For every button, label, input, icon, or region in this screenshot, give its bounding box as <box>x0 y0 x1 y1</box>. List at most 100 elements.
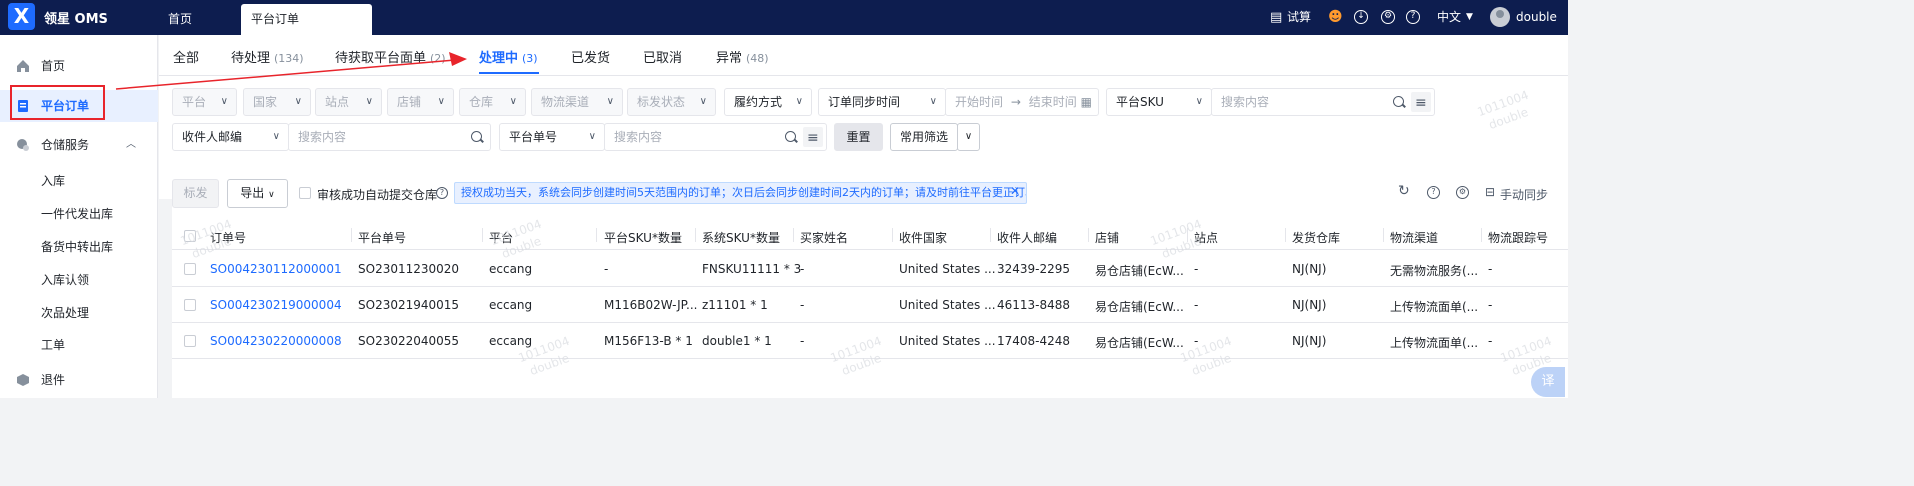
col-system-sku-qty[interactable]: 系统SKU*数量 <box>702 229 780 246</box>
mark-ship-button[interactable]: 标发 <box>172 179 219 208</box>
order-no-link[interactable]: SO004230219000004 <box>210 298 342 312</box>
tab-pending[interactable]: 待处理 (134) <box>231 47 304 66</box>
start-time-placeholder: 开始时间 <box>955 95 1004 109</box>
tab-exception[interactable]: 异常 (48) <box>716 47 769 66</box>
store: 易仓店铺(EcW... <box>1095 336 1184 350</box>
order-no-link[interactable]: SO004230112000001 <box>210 262 342 276</box>
sidebar-item-home[interactable]: 首页 <box>0 50 158 82</box>
close-icon[interactable]: ✕ <box>1010 184 1020 198</box>
sidebar-subitem-transfer-outbound[interactable]: 备货中转出库 <box>41 238 113 255</box>
reset-button[interactable]: 重置 <box>834 123 883 151</box>
platform-order-no: SO23022040055 <box>358 334 460 348</box>
chevron-down-icon: ∨ <box>606 96 614 107</box>
filter-logistics-channel[interactable]: 物流渠道 ∨ <box>531 88 623 116</box>
date-range-input[interactable]: 开始时间 → 结束时间 ▦ <box>945 88 1099 116</box>
col-platform-sku-qty[interactable]: 平台SKU*数量 <box>604 229 682 246</box>
user-name[interactable]: double <box>1516 0 1557 35</box>
col-buyer-name[interactable]: 买家姓名 <box>800 229 848 246</box>
tab-processing[interactable]: 处理中 (3) <box>479 47 538 66</box>
filter-warehouse[interactable]: 仓库 ∨ <box>459 88 526 116</box>
filter-platform-sku-type[interactable]: 平台SKU ∨ <box>1106 88 1212 116</box>
col-tracking[interactable]: 物流跟踪号 <box>1488 229 1548 246</box>
col-warehouse[interactable]: 发货仓库 <box>1292 229 1340 246</box>
tab-all[interactable]: 全部 <box>173 47 199 66</box>
filter-mark-status[interactable]: 标发状态 ∨ <box>627 88 716 116</box>
settings-icon[interactable]: ⚙ <box>1456 186 1469 199</box>
chevron-down-icon: ∨ <box>365 96 373 107</box>
language-select[interactable]: 中文 <box>1437 0 1461 35</box>
common-filter-button[interactable]: 常用筛选 <box>890 123 958 151</box>
sidebar-subitem-inbound-claim[interactable]: 入库认领 <box>41 271 89 288</box>
help-icon[interactable]: ? <box>1406 10 1420 24</box>
recipient-search-input[interactable]: 搜索内容 <box>288 123 491 151</box>
sidebar-subitem-defective[interactable]: 次品处理 <box>41 304 89 321</box>
calculator-icon[interactable]: ▤ <box>1270 0 1282 35</box>
country: United States ... <box>899 334 996 348</box>
order-search-input[interactable]: 搜索内容 <box>604 123 827 151</box>
filter-platform[interactable]: 平台 ∨ <box>172 88 237 116</box>
chevron-down-icon: ∨ <box>795 96 803 107</box>
logistics: 上传物流面单(... <box>1390 300 1479 314</box>
help-icon[interactable]: ? <box>1427 186 1440 199</box>
platform-sku: - <box>604 262 609 276</box>
auto-submit-checkbox[interactable] <box>299 187 311 199</box>
sidebar-subitem-inbound[interactable]: 入库 <box>41 172 65 189</box>
sku-search-input[interactable]: 搜索内容 <box>1211 88 1435 116</box>
top-bar: X 领星 OMS 首页 平台订单 ▤ 试算 ☻ ↓ ⚙ ? 中文 ▼ doubl… <box>0 0 1568 35</box>
translate-button[interactable]: 译 <box>1531 367 1565 397</box>
chevron-up-icon[interactable]: ︿ <box>126 129 136 161</box>
orders-panel: 标发 导出 ∨ 审核成功自动提交仓库 ? 授权成功当天，系统会同步创建时间5天范… <box>172 176 1568 398</box>
platform-sku: M156F13-B * 1 <box>604 334 693 348</box>
search-icon <box>785 131 796 142</box>
app-logo[interactable]: X <box>8 3 35 30</box>
common-filter-dropdown[interactable]: ∨ <box>957 123 980 151</box>
settings-icon[interactable]: ⚙ <box>1381 10 1395 24</box>
avatar[interactable] <box>1490 7 1510 27</box>
sidebar-subitem-work-order[interactable]: 工单 <box>41 336 65 353</box>
table-row[interactable]: SO004230112000001 SO23011230020 eccang -… <box>172 251 1568 287</box>
sidebar-item-returns[interactable]: 退件 <box>0 364 158 396</box>
trial-link[interactable]: 试算 <box>1287 0 1311 35</box>
order-no-link[interactable]: SO004230220000008 <box>210 334 342 348</box>
manual-sync-button[interactable]: 手动同步 <box>1500 186 1548 203</box>
top-tab-home[interactable]: 首页 <box>168 4 192 35</box>
chevron-down-icon: ∨ <box>294 96 302 107</box>
col-store[interactable]: 店铺 <box>1095 229 1119 246</box>
download-icon[interactable]: ↓ <box>1354 10 1368 24</box>
robot-icon[interactable]: ☻ <box>1328 0 1343 35</box>
tab-awaiting-label[interactable]: 待获取平台面单 (2) <box>335 47 446 66</box>
filter-sync-time-type[interactable]: 订单同步时间 ∨ <box>818 88 946 116</box>
col-platform-order-no[interactable]: 平台单号 <box>358 229 406 246</box>
arrow-right-icon: → <box>1010 95 1021 109</box>
tracking: - <box>1488 262 1493 276</box>
sidebar-subitem-dropship-outbound[interactable]: 一件代发出库 <box>41 205 113 222</box>
tab-shipped[interactable]: 已发货 <box>571 47 610 66</box>
logistics: 上传物流面单(... <box>1390 336 1479 350</box>
sidebar-item-label: 首页 <box>41 59 66 73</box>
sidebar-item-warehouse-service[interactable]: 仓储服务 ︿ <box>0 129 158 161</box>
warehouse: NJ(NJ) <box>1292 262 1327 276</box>
platform-sku: M116B02W-JP... <box>604 298 698 312</box>
tab-cancelled[interactable]: 已取消 <box>643 47 682 66</box>
export-button[interactable]: 导出 ∨ <box>227 179 288 208</box>
row-checkbox[interactable] <box>184 299 196 311</box>
filter-country[interactable]: 国家 ∨ <box>243 88 311 116</box>
col-country[interactable]: 收件国家 <box>899 229 947 246</box>
top-tab-platform-orders[interactable]: 平台订单 <box>241 4 372 35</box>
filter-platform-order-type[interactable]: 平台单号 ∨ <box>499 123 605 151</box>
help-icon[interactable]: ? <box>436 187 448 199</box>
row-checkbox[interactable] <box>184 263 196 275</box>
filter-fulfillment[interactable]: 履约方式 ∨ <box>724 88 812 116</box>
col-postcode[interactable]: 收件人邮编 <box>997 229 1057 246</box>
table-row[interactable]: SO004230219000004 SO23021940015 eccang M… <box>172 287 1568 323</box>
chevron-down-icon: ∨ <box>588 131 596 142</box>
col-logistics[interactable]: 物流渠道 <box>1390 229 1438 246</box>
row-checkbox[interactable] <box>184 335 196 347</box>
filter-store[interactable]: 店铺 ∨ <box>387 88 454 116</box>
filter-site[interactable]: 站点 ∨ <box>315 88 382 116</box>
chevron-down-icon[interactable]: ▼ <box>1466 0 1473 35</box>
refresh-icon[interactable]: ↻ <box>1398 183 1410 199</box>
chevron-down-icon: ∨ <box>272 131 280 142</box>
filter-recipient-field[interactable]: 收件人邮编 ∨ <box>172 123 289 151</box>
manual-sync-icon[interactable]: ⊟ <box>1485 185 1495 199</box>
